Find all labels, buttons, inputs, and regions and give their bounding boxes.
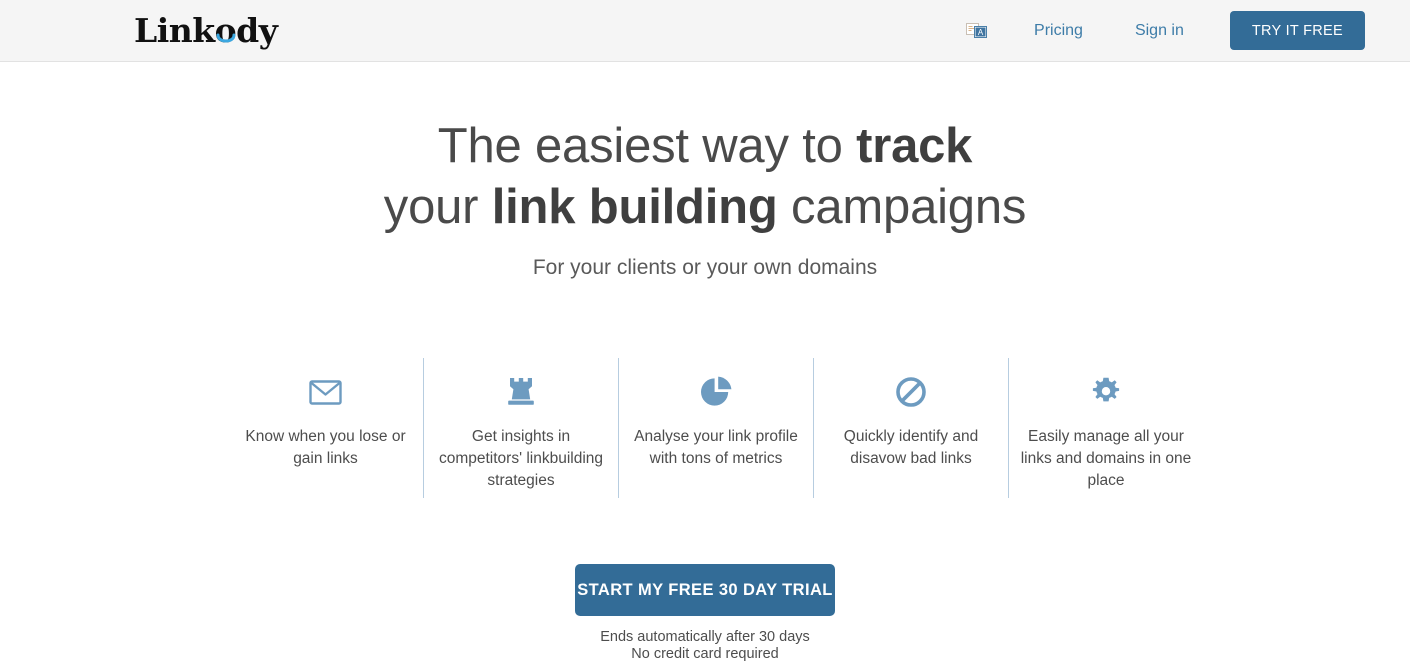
start-free-trial-button[interactable]: START MY FREE 30 DAY TRIAL bbox=[575, 564, 835, 616]
svg-text:A: A bbox=[978, 28, 984, 37]
nav-link-pricing[interactable]: Pricing bbox=[1032, 16, 1085, 46]
page-title: The easiest way to track your link build… bbox=[0, 116, 1410, 238]
brand-logo-text-after: dy bbox=[236, 11, 278, 50]
feature-item-quickly-identify-and-disavow-bad-links: Quickly identify and disavow bad links bbox=[813, 358, 1008, 498]
feature-label: Easily manage all your links and domains… bbox=[1020, 428, 1192, 489]
hero-heading-line2-normal-b: campaigns bbox=[777, 180, 1027, 234]
hero-heading-line2: your link building campaigns bbox=[383, 180, 1027, 234]
features-row: Know when you lose or gain links Get ins… bbox=[217, 358, 1194, 498]
feature-item-easily-manage-all-your-links-and-domains: Easily manage all your links and domains… bbox=[1008, 358, 1203, 498]
hero-section: The easiest way to track your link build… bbox=[0, 62, 1410, 662]
nav-link-sign-in[interactable]: Sign in bbox=[1133, 16, 1186, 46]
envelope-icon bbox=[238, 370, 413, 414]
feature-label: Get insights in competitors' linkbuildin… bbox=[438, 428, 604, 489]
cta-note-trial-duration: Ends automatically after 30 days bbox=[600, 629, 810, 645]
try-it-free-button[interactable]: TRY IT FREE bbox=[1229, 11, 1365, 50]
hero-heading-line1-normal: The easiest way to bbox=[437, 119, 857, 173]
hero-heading-line1-bold: track bbox=[856, 119, 973, 173]
chess-rook-icon bbox=[434, 370, 608, 414]
feature-label: Analyse your link profile with tons of m… bbox=[634, 428, 798, 467]
feature-item-analyse-your-link-profile: Analyse your link profile with tons of m… bbox=[618, 358, 813, 498]
cta-section: START MY FREE 30 DAY TRIAL Ends automati… bbox=[0, 564, 1410, 662]
language-selector-button[interactable]: A bbox=[960, 16, 994, 46]
gear-icon bbox=[1019, 370, 1193, 414]
brand-logo-text-o: o bbox=[214, 11, 237, 50]
feature-item-know-when-you-lose-or-gain-links: Know when you lose or gain links bbox=[228, 358, 423, 498]
feature-label: Know when you lose or gain links bbox=[245, 428, 406, 467]
pie-chart-icon bbox=[629, 370, 803, 414]
brand-logo-text-before: Link bbox=[134, 11, 215, 50]
brand-logo-o: o bbox=[215, 14, 237, 47]
feature-item-get-insights-in-competitors-linkbuilding-strategies: Get insights in competitors' linkbuildin… bbox=[423, 358, 618, 498]
site-header: Linko dy A Pricing Sign in TRY IT FREE bbox=[0, 0, 1410, 62]
header-nav: A Pricing Sign in TRY IT FREE bbox=[960, 11, 1365, 50]
cta-note-no-credit-card: No credit card required bbox=[631, 646, 779, 662]
hero-subheading: For your clients or your own domains bbox=[532, 256, 878, 279]
hero-heading-line1: The easiest way to track bbox=[438, 119, 973, 173]
hero-heading-line2-bold: link building bbox=[491, 180, 778, 234]
feature-label: Quickly identify and disavow bad links bbox=[843, 428, 979, 467]
brand-logo[interactable]: Linko dy bbox=[134, 11, 278, 50]
language-flags-icon: A bbox=[966, 22, 988, 38]
ban-icon bbox=[824, 370, 998, 414]
hero-heading-line2-normal-a: your bbox=[383, 180, 492, 234]
